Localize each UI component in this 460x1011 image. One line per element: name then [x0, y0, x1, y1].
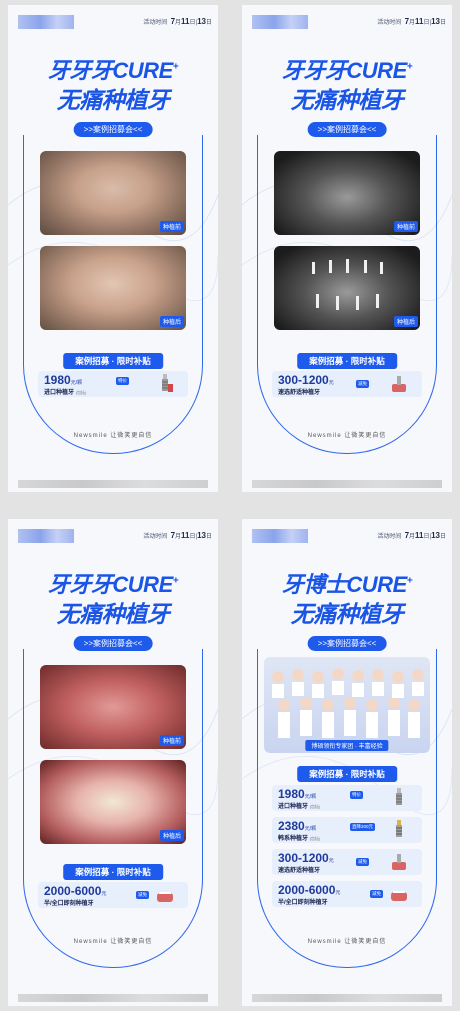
- denture-model-icon: [157, 892, 173, 902]
- offer-card-4: 2000-6000元 减免 半/全口即刻种植牙: [272, 881, 422, 907]
- before-photo: 种植前: [40, 151, 186, 235]
- title-line-2: 无痛种植牙: [290, 87, 404, 113]
- offer-card: 2000-6000元 减免 半/全口即刻种植牙: [38, 882, 188, 908]
- offer-tag: 减免: [356, 858, 369, 866]
- team-figures: [272, 668, 424, 738]
- after-tag: 种植后: [159, 316, 184, 327]
- brand-logo: [18, 15, 74, 29]
- offer-tag: 减免: [370, 890, 383, 898]
- offer-name: 进口种植牙 (包括): [278, 804, 321, 810]
- footer-brand: Newsmile 让微笑更自信: [307, 433, 387, 439]
- offer-card: 300-1200元 减免 速选舒适种植牙: [272, 371, 422, 397]
- bottom-blur: [18, 994, 208, 1002]
- event-time: 活动时间 7月11日|13日: [377, 531, 446, 540]
- denture-model-icon: [392, 376, 406, 392]
- offer-price: 300-1200元: [278, 851, 334, 865]
- poster-3: 活动时间 7月11日|13日 牙牙牙CURE+ 无痛种植牙 >>案例招募会<< …: [8, 519, 218, 1006]
- after-tag: 种植后: [159, 830, 184, 841]
- bottom-blur: [252, 480, 442, 488]
- offer-card-1: 1980元/颗 特价 进口种植牙 (包括): [272, 785, 422, 811]
- bottom-blur: [18, 480, 208, 488]
- before-photo: 种植前: [40, 665, 186, 749]
- denture-model-icon: [391, 891, 407, 901]
- offer-price: 1980元/颗: [44, 373, 83, 387]
- offer-name: 进口种植牙 (包括): [44, 390, 87, 396]
- after-xray: 种植后: [274, 246, 420, 330]
- event-time: 活动时间 7月11日|13日: [143, 17, 212, 26]
- before-tag: 种植前: [159, 735, 184, 746]
- implant-screw-icon: [396, 820, 402, 837]
- offer-tag: 减免: [356, 380, 369, 388]
- offer-tag: 特价: [350, 791, 363, 799]
- offer-tag: 直降200元: [350, 823, 376, 831]
- team-tag: 博硕领衔专家团 · 丰富经验: [305, 740, 389, 751]
- offer-price: 2000-6000元: [278, 883, 341, 897]
- after-photo: 种植后: [40, 760, 186, 844]
- brand-logo: [18, 529, 74, 543]
- expert-team-photo: 博硕领衔专家团 · 丰富经验: [264, 657, 430, 753]
- after-tag: 种植后: [393, 316, 418, 327]
- denture-model-icon: [392, 854, 406, 870]
- brand-logo: [252, 15, 308, 29]
- offer-name: 速选舒适种植牙: [278, 868, 321, 874]
- footer-brand: Newsmile 让微笑更自信: [73, 939, 153, 945]
- title-line-2: 无痛种植牙: [56, 87, 170, 113]
- offer-price: 2380元/颗: [278, 819, 317, 833]
- implant-screw-icon: [162, 374, 173, 392]
- offer-tag: 特价: [116, 377, 129, 385]
- event-time: 活动时间 7月11日|13日: [143, 531, 212, 540]
- offer-banner: 案例招募 · 限时补贴: [63, 353, 163, 369]
- offer-name: 半/全口即刻种植牙: [44, 901, 94, 907]
- offer-banner: 案例招募 · 限时补贴: [63, 864, 163, 880]
- offer-card: 1980元/颗 特价 进口种植牙 (包括): [38, 371, 188, 397]
- offer-price: 300-1200元: [278, 373, 334, 387]
- before-tag: 种植前: [159, 221, 184, 232]
- offer-card-2: 2380元/颗 直降200元 韩系种植牙 (包括): [272, 817, 422, 843]
- offer-name: 半/全口即刻种植牙: [278, 900, 328, 906]
- title-line-2: 无痛种植牙: [56, 601, 170, 627]
- offer-price: 1980元/颗: [278, 787, 317, 801]
- poster-2: 活动时间 7月11日|13日 牙牙牙CURE+ 无痛种植牙 >>案例招募会<< …: [242, 5, 452, 492]
- offer-banner: 案例招募 · 限时补贴: [297, 766, 397, 782]
- offer-name: 韩系种植牙 (包括): [278, 836, 321, 842]
- after-photo: 种植后: [40, 246, 186, 330]
- before-xray: 种植前: [274, 151, 420, 235]
- footer-brand: Newsmile 让微笑更自信: [307, 939, 387, 945]
- event-time: 活动时间 7月11日|13日: [377, 17, 446, 26]
- bottom-blur: [252, 994, 442, 1002]
- poster-1: 活动时间 7月11日|13日 牙牙牙CURE+ 无痛种植牙 >>案例招募会<< …: [8, 5, 218, 492]
- footer-brand: Newsmile 让微笑更自信: [73, 433, 153, 439]
- poster-4: 活动时间 7月11日|13日 牙博士CURE+ 无痛种植牙 >>案例招募会<< …: [242, 519, 452, 1006]
- offer-name: 速选舒适种植牙: [278, 390, 321, 396]
- offer-card-3: 300-1200元 减免 速选舒适种植牙: [272, 849, 422, 875]
- brand-logo: [252, 529, 308, 543]
- title-line-2: 无痛种植牙: [290, 601, 404, 627]
- offer-price: 2000-6000元: [44, 884, 107, 898]
- offer-tag: 减免: [136, 891, 149, 899]
- before-tag: 种植前: [393, 221, 418, 232]
- offer-banner: 案例招募 · 限时补贴: [297, 353, 397, 369]
- implant-screw-icon: [396, 788, 402, 805]
